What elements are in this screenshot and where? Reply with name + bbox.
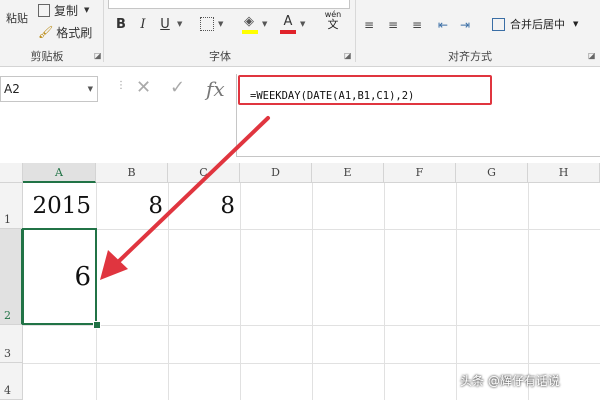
annotation-arrow xyxy=(100,116,270,280)
watermark: 头条 @辉仔有话说 xyxy=(460,374,560,388)
